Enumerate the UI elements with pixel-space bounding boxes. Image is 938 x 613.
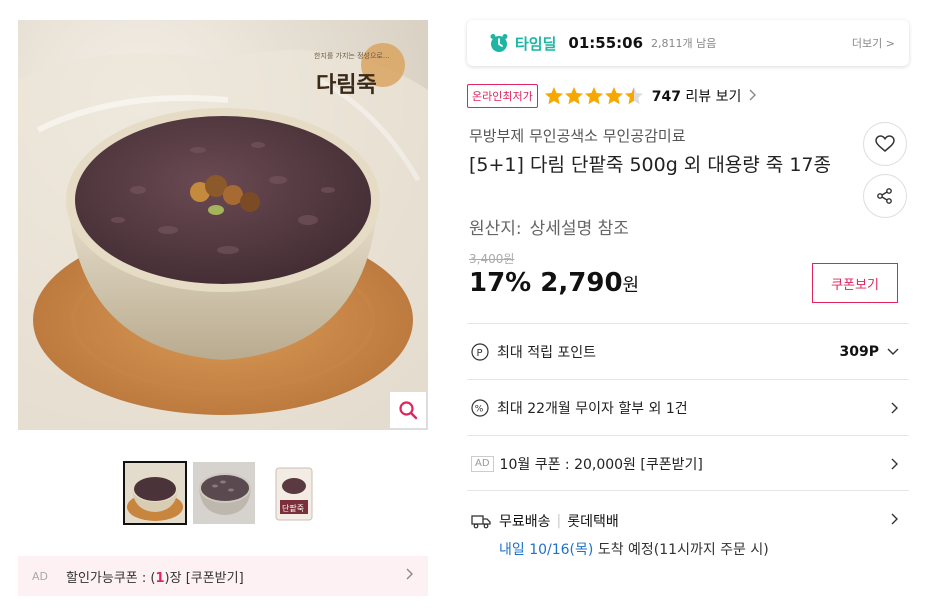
chevron-right-icon [406,568,414,584]
thumbnail-bowl-image [125,463,185,523]
timedeal-banner[interactable]: 타임딜 01:55:06 2,811개 남음 더보기 > [467,20,909,66]
share-icon [877,188,892,204]
search-icon [399,401,418,420]
discount-rate: 17% [469,268,532,298]
thumbnail-strip: 단팥죽 [123,461,325,525]
timedeal-label: 타임딜 [515,34,557,53]
chevron-down-icon [887,348,899,355]
coupon-event-text: 10월 쿠폰 : 20,000원 [쿠폰받기] [499,456,703,473]
points-row[interactable]: P 최대 적립 포인트 309P [467,323,909,379]
coupon-count: 1 [155,570,165,586]
thumbnail-3[interactable]: 단팥죽 [261,461,325,525]
delivery-estimate: 내일 10/16(목) 도착 예정(11시까지 주문 시) [499,539,899,559]
zoom-button[interactable] [389,391,427,429]
original-price: 3,400원 [469,252,515,266]
ad-label: AD [32,569,48,583]
points-icon: P [471,342,489,361]
product-page: 다림죽 한지를 가지는 정성으로... 단팥죽 AD 할인가능쿠폰: (1)장… [0,0,938,613]
thumbnail-bowl-image [193,462,255,524]
divider: | [556,513,562,529]
ad-label: AD [471,455,494,472]
chevron-right-icon [891,402,898,413]
shipping-row[interactable]: 무료배송 | 롯데택배 내일 10/16(목) 도착 예정(11시까지 주문 시… [467,490,909,566]
red-bean-porridge-photo: 다림죽 한지를 가지는 정성으로... [18,20,428,430]
delivery-note: 도착 예정(11시까지 주문 시) [593,542,769,558]
review-link-label: 리뷰 보기 [685,89,742,105]
review-link[interactable]: 747 리뷰 보기 [652,86,758,106]
coupon-bar[interactable]: AD 할인가능쿠폰 : (1)장 [쿠폰받기] [18,556,428,596]
review-count: 747 [651,89,681,105]
delivery-date: 내일 10/16(목) [499,542,594,558]
sale-price: 17% 2,790원 [469,268,639,298]
wishlist-button[interactable] [863,122,907,166]
coupon-bar-suffix: )장 [쿠폰받기] [164,570,244,586]
svg-text:단팥죽: 단팥죽 [282,503,304,513]
origin-label: 원산지: [469,219,522,239]
shipping-line: 무료배송 | 롯데택배 [471,511,899,531]
heart-icon [875,135,895,152]
share-button[interactable] [863,174,907,218]
free-shipping-label: 무료배송 [499,514,551,530]
coupon-bar-prefix: 할인가능쿠폰 : ( [66,570,156,586]
thumbnail-2[interactable] [192,461,256,525]
product-subtitle: 무방부제 무인공색소 무인공감미료 [469,127,686,145]
svg-text:다림죽: 다림죽 [316,73,377,98]
view-coupon-button[interactable]: 쿠폰보기 [812,263,898,303]
rating-row: 온라인최저가 747 리뷰 보기 [467,84,757,108]
product-title: [5+1] 다림 단팥죽 500g 외 대용량 죽 17종 [469,154,831,176]
courier-name: 롯데택배 [567,514,619,530]
chevron-right-icon [749,89,757,105]
installment-text: 최대 22개월 무이자 할부 외 1건 [497,400,688,417]
stars-icon [544,87,643,105]
star-rating [544,86,644,106]
installment-row[interactable]: % 최대 22개월 무이자 할부 외 1건 [467,379,909,435]
product-origin: 원산지: 상세설명 참조 [469,214,629,239]
thumbnail-1[interactable] [123,461,187,525]
timedeal-remaining: 2,811개 남음 [651,37,717,50]
alarm-clock-icon [490,34,508,52]
timedeal-more-link[interactable]: 더보기 > [852,35,895,51]
currency-unit: 원 [622,275,640,296]
lowest-price-badge: 온라인최저가 [467,84,538,108]
points-value: 309P [839,343,879,360]
svg-text:P: P [477,348,483,359]
svg-text:%: % [475,404,484,414]
points-label: 최대 적립 포인트 [497,344,597,361]
coupon-event-row[interactable]: AD 10월 쿠폰 : 20,000원 [쿠폰받기] [467,435,909,491]
thumbnail-package-image: 단팥죽 [262,462,324,524]
percent-icon: % [471,398,489,417]
chevron-right-icon [891,458,898,469]
chevron-right-icon [891,513,899,529]
sale-price-value: 2,790 [540,268,623,298]
timedeal-timer: 01:55:06 [568,34,644,52]
coupon-bar-text: 할인가능쿠폰 : (1)장 [쿠폰받기] [66,567,406,586]
main-product-image[interactable]: 다림죽 한지를 가지는 정성으로... [18,20,428,430]
svg-text:한지를 가지는 정성으로...: 한지를 가지는 정성으로... [314,51,390,60]
truck-icon [471,513,491,529]
origin-value: 상세설명 참조 [529,219,629,239]
